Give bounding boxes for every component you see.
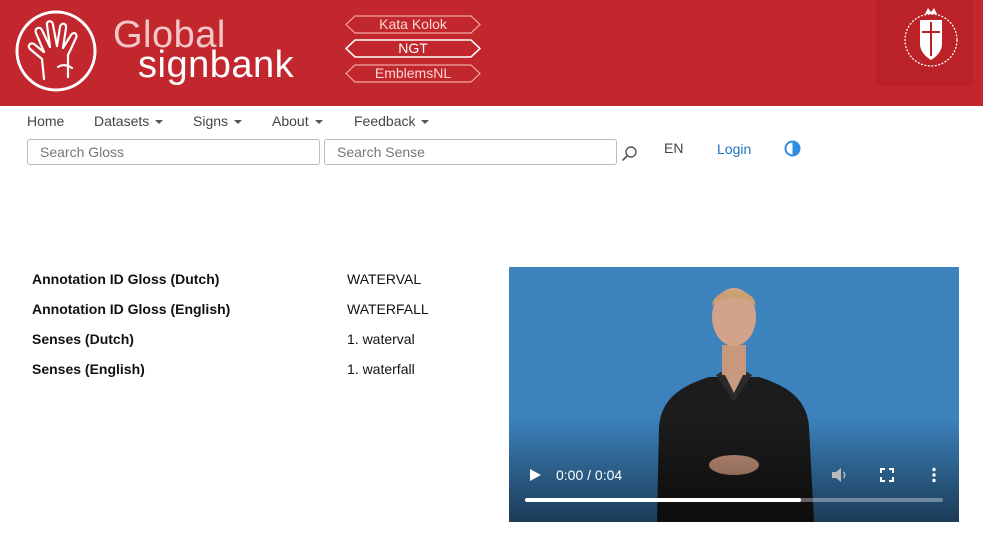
- dataset-button-ngt[interactable]: NGT: [345, 39, 481, 58]
- main-navbar: Home Datasets Signs About Feedback: [0, 106, 983, 138]
- dataset-label: Kata Kolok: [379, 16, 447, 32]
- dataset-label: EmblemsNL: [374, 65, 452, 81]
- row-value-senses-english: 1. waterfall: [347, 361, 415, 377]
- row-value-gloss-dutch: WATERVAL: [347, 271, 422, 287]
- play-icon[interactable]: [528, 468, 542, 482]
- caret-down-icon: [314, 120, 323, 125]
- nav-feedback-dropdown[interactable]: Feedback: [354, 113, 430, 129]
- nav-signs-dropdown[interactable]: Signs: [193, 113, 243, 129]
- university-seal[interactable]: [876, 0, 973, 86]
- nav-home[interactable]: Home: [27, 113, 64, 129]
- language-selector[interactable]: EN: [664, 140, 683, 156]
- login-link[interactable]: Login: [717, 141, 751, 157]
- volume-icon[interactable]: [831, 467, 848, 483]
- university-seal-icon: [904, 8, 958, 67]
- signbank-hand-logo-icon[interactable]: [14, 9, 98, 93]
- search-icon[interactable]: [621, 145, 638, 162]
- more-options-icon[interactable]: [930, 467, 938, 483]
- nav-label: About: [272, 113, 309, 129]
- row-label-gloss-dutch: Annotation ID Gloss (Dutch): [32, 271, 220, 287]
- dataset-label: NGT: [398, 40, 428, 56]
- sign-video-player[interactable]: 0:00 / 0:04: [509, 267, 959, 522]
- row-label-senses-dutch: Senses (Dutch): [32, 331, 134, 347]
- nav-about-dropdown[interactable]: About: [272, 113, 323, 129]
- video-progress-bar[interactable]: [525, 498, 943, 502]
- caret-down-icon: [234, 120, 243, 125]
- dataset-button-kata-kolok[interactable]: Kata Kolok: [345, 15, 481, 34]
- search-sense-input[interactable]: [324, 139, 617, 165]
- caret-down-icon: [421, 120, 430, 125]
- fullscreen-icon[interactable]: [880, 468, 894, 482]
- dataset-button-emblemsnl[interactable]: EmblemsNL: [345, 64, 481, 83]
- caret-down-icon: [155, 120, 164, 125]
- row-label-senses-english: Senses (English): [32, 361, 145, 377]
- nav-datasets-dropdown[interactable]: Datasets: [94, 113, 164, 129]
- nav-label: Feedback: [354, 113, 416, 129]
- search-gloss-input[interactable]: [27, 139, 320, 165]
- contrast-toggle-icon[interactable]: [784, 140, 801, 157]
- nav-label: Signs: [193, 113, 229, 129]
- video-progress-fill: [525, 498, 801, 502]
- header-banner: Global signbank Kata Kolok NGT EmblemsNL: [0, 0, 983, 106]
- nav-label: Datasets: [94, 113, 150, 129]
- row-label-gloss-english: Annotation ID Gloss (English): [32, 301, 231, 317]
- brand-line-2: signbank: [138, 44, 295, 86]
- row-value-senses-dutch: 1. waterval: [347, 331, 415, 347]
- row-value-gloss-english: WATERFALL: [347, 301, 429, 317]
- video-time-display: 0:00 / 0:04: [556, 467, 623, 483]
